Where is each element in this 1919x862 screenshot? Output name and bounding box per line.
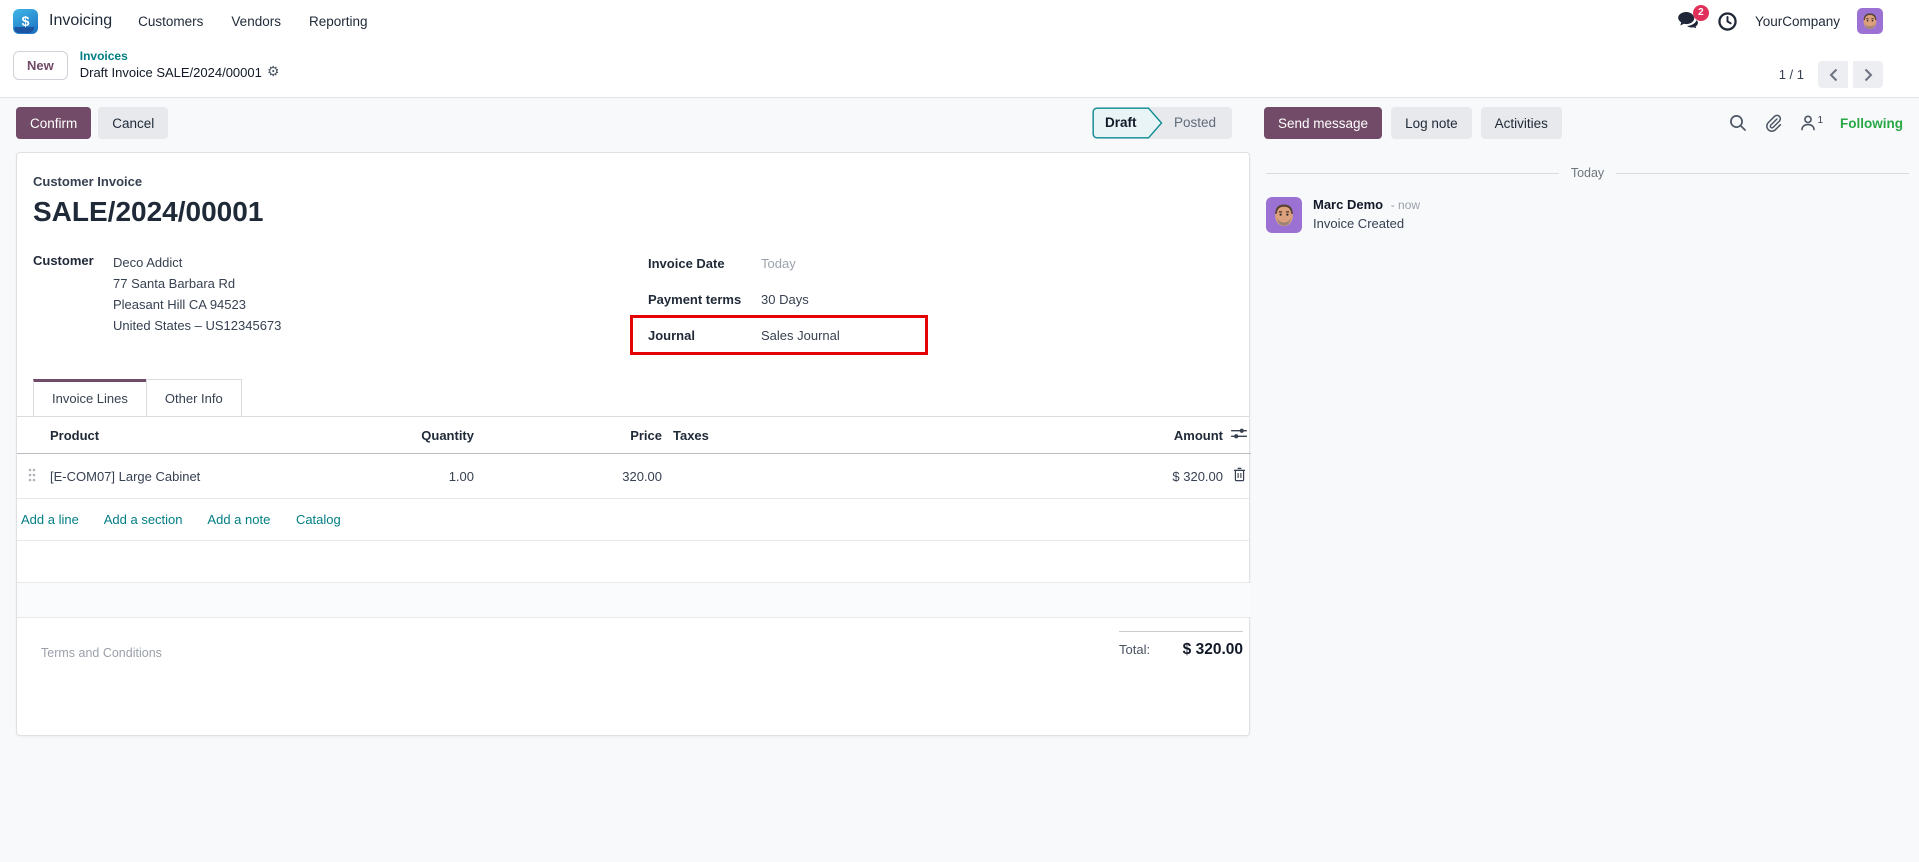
- empty-table-row: [17, 541, 1251, 583]
- terms-and-conditions-placeholder[interactable]: Terms and Conditions: [41, 646, 162, 723]
- invoicing-app-icon[interactable]: $: [13, 9, 38, 34]
- confirm-button[interactable]: Confirm: [16, 107, 91, 139]
- invoice-total: Total: $ 320.00: [1119, 631, 1243, 723]
- chevron-left-icon: [1829, 68, 1838, 82]
- optional-columns-icon[interactable]: [1231, 427, 1247, 440]
- breadcrumb: Invoices Draft Invoice SALE/2024/00001 ⚙: [80, 49, 280, 82]
- column-header-product[interactable]: Product: [47, 417, 347, 454]
- messages-icon[interactable]: 2: [1677, 11, 1700, 32]
- control-panel: New Invoices Draft Invoice SALE/2024/000…: [0, 42, 1919, 98]
- line-taxes-cell[interactable]: [666, 454, 1031, 499]
- invoice-date-label: Invoice Date: [648, 256, 761, 271]
- invoice-form-card: Customer Invoice SALE/2024/00001 Custome…: [16, 152, 1250, 736]
- top-nav: $ Invoicing Customers Vendors Reporting …: [0, 0, 1919, 42]
- catalog-link[interactable]: Catalog: [296, 512, 341, 527]
- drag-handle[interactable]: [17, 454, 47, 499]
- following-toggle[interactable]: Following: [1840, 116, 1903, 131]
- new-button[interactable]: New: [13, 51, 68, 80]
- company-switcher[interactable]: YourCompany: [1755, 14, 1840, 29]
- invoice-type-label: Customer Invoice: [33, 174, 1233, 189]
- tab-invoice-lines[interactable]: Invoice Lines: [33, 379, 147, 416]
- gear-icon[interactable]: ⚙: [267, 64, 280, 82]
- journal-label: Journal: [648, 328, 761, 343]
- add-line-row: Add a line Add a section Add a note Cata…: [17, 499, 1251, 541]
- line-product-cell[interactable]: [E-COM07] Large Cabinet: [47, 454, 347, 499]
- cancel-button[interactable]: Cancel: [98, 107, 168, 139]
- app-title[interactable]: Invoicing: [49, 12, 112, 30]
- date-divider: Today: [1266, 166, 1909, 180]
- payment-terms-label: Payment terms: [648, 292, 761, 307]
- column-header-price[interactable]: Price: [478, 417, 666, 454]
- customer-name-field[interactable]: Deco Addict: [113, 252, 281, 273]
- chatter-panel: Today Marc Demo - now: [1264, 152, 1911, 233]
- line-quantity-cell[interactable]: 1.00: [347, 454, 478, 499]
- drag-handle-icon: [28, 468, 36, 482]
- add-a-section-link[interactable]: Add a section: [104, 512, 183, 527]
- pager-counter: 1 / 1: [1779, 67, 1804, 82]
- pager-next-button[interactable]: [1853, 61, 1883, 88]
- user-avatar[interactable]: [1857, 8, 1883, 34]
- line-price-cell[interactable]: 320.00: [478, 454, 666, 499]
- breadcrumb-invoices-link[interactable]: Invoices: [80, 49, 280, 64]
- column-header-taxes[interactable]: Taxes: [666, 417, 1031, 454]
- nav-item-reporting[interactable]: Reporting: [309, 14, 368, 29]
- activity-clock-icon[interactable]: [1717, 11, 1738, 32]
- attachments-paperclip-icon[interactable]: [1764, 114, 1782, 132]
- chevron-right-icon: [1864, 68, 1873, 82]
- activities-button[interactable]: Activities: [1481, 107, 1562, 139]
- pager-previous-button[interactable]: [1818, 61, 1848, 88]
- add-a-note-link[interactable]: Add a note: [207, 512, 270, 527]
- chatter-message: Marc Demo - now Invoice Created: [1266, 197, 1909, 233]
- nav-item-customers[interactable]: Customers: [138, 14, 203, 29]
- total-label: Total:: [1119, 642, 1150, 657]
- empty-table-row: [17, 583, 1251, 618]
- notebook-tabs: Invoice Lines Other Info: [17, 379, 1249, 417]
- line-amount-cell: $ 320.00: [1031, 454, 1227, 499]
- delete-line-trash-icon[interactable]: [1233, 467, 1246, 482]
- log-note-button[interactable]: Log note: [1391, 107, 1472, 139]
- customer-address-line: Pleasant Hill CA 94523: [113, 294, 281, 315]
- status-draft[interactable]: Draft: [1092, 107, 1163, 139]
- message-body: Invoice Created: [1313, 216, 1420, 231]
- column-header-amount[interactable]: Amount: [1031, 417, 1227, 454]
- followers-icon[interactable]: 1: [1799, 114, 1823, 132]
- messages-badge: 2: [1693, 5, 1709, 21]
- send-message-button[interactable]: Send message: [1264, 107, 1382, 139]
- search-messages-icon[interactable]: [1729, 114, 1747, 132]
- invoice-number-heading: SALE/2024/00001: [33, 196, 1233, 228]
- message-timestamp: - now: [1391, 198, 1420, 212]
- total-value: $ 320.00: [1183, 641, 1243, 659]
- nav-item-vendors[interactable]: Vendors: [231, 14, 281, 29]
- journal-field[interactable]: Sales Journal: [761, 328, 840, 343]
- tab-other-info[interactable]: Other Info: [146, 379, 242, 416]
- status-posted[interactable]: Posted: [1163, 107, 1232, 139]
- status-bar: Draft Posted: [1092, 107, 1232, 139]
- message-author-avatar[interactable]: [1266, 197, 1302, 233]
- follower-count: 1: [1817, 115, 1823, 126]
- form-view-background: Confirm Cancel Draft Posted Send message…: [0, 98, 1919, 862]
- column-header-quantity[interactable]: Quantity: [347, 417, 478, 454]
- customer-address-line: United States – US12345673: [113, 315, 281, 336]
- customer-field-label: Customer: [33, 252, 113, 336]
- breadcrumb-current: Draft Invoice SALE/2024/00001: [80, 65, 262, 81]
- add-a-line-link[interactable]: Add a line: [21, 512, 79, 527]
- invoice-line-row: [E-COM07] Large Cabinet 1.00 320.00 $ 32…: [17, 454, 1251, 499]
- invoice-lines-table: Product Quantity Price Taxes Amount: [17, 417, 1251, 618]
- customer-address-line: 77 Santa Barbara Rd: [113, 273, 281, 294]
- invoice-date-field[interactable]: Today: [761, 256, 796, 271]
- message-author-name[interactable]: Marc Demo: [1313, 197, 1383, 212]
- payment-terms-field[interactable]: 30 Days: [761, 292, 809, 307]
